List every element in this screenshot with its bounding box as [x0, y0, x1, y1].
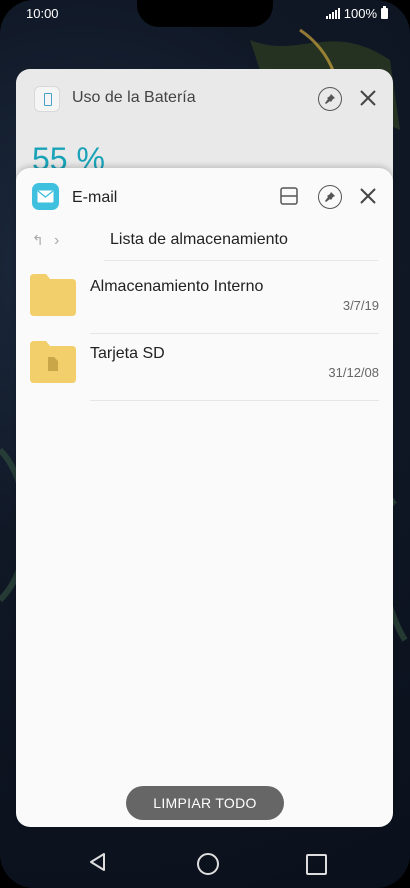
pin-icon	[325, 94, 335, 104]
signal-icon	[325, 8, 340, 19]
recent-app-card-email[interactable]: E-mail ↰ › Lista de almacenamiento Almac…	[16, 168, 393, 827]
sd-card-folder-icon	[30, 341, 76, 383]
divider	[90, 333, 379, 334]
divider	[90, 400, 379, 401]
list-item-internal-storage[interactable]: Almacenamiento Interno 3/7/19	[16, 268, 393, 334]
status-bar: 10:00 100%	[0, 0, 410, 28]
list-item-sd-card[interactable]: Tarjeta SD 31/12/08	[16, 335, 393, 401]
item-name: Almacenamiento Interno	[90, 278, 264, 295]
breadcrumb: ↰ › Lista de almacenamiento	[32, 230, 378, 266]
clear-all-button[interactable]: LIMPIAR TODO	[126, 786, 284, 820]
battery-app-icon	[34, 86, 60, 112]
breadcrumb-label: Lista de almacenamiento	[110, 231, 288, 248]
close-icon[interactable]	[359, 89, 377, 107]
item-date: 31/12/08	[328, 365, 379, 380]
status-time: 10:00	[26, 6, 59, 21]
up-arrow-icon[interactable]: ↰	[32, 232, 44, 249]
status-indicators: 100%	[325, 6, 388, 21]
envelope-icon	[37, 190, 54, 203]
divider	[104, 260, 378, 261]
folder-icon	[30, 274, 76, 316]
battery-icon	[381, 6, 388, 19]
pin-icon	[325, 192, 335, 202]
pin-button[interactable]	[318, 185, 342, 209]
recent-apps-icon[interactable]	[306, 854, 327, 875]
pin-button[interactable]	[318, 87, 342, 111]
item-name: Tarjeta SD	[90, 345, 165, 362]
card-header: Uso de la Batería	[16, 69, 393, 127]
phone-screen: 10:00 100% Uso de la Batería 55 % E-mail…	[0, 0, 410, 888]
navigation-bar	[0, 838, 410, 888]
split-screen-icon[interactable]	[280, 187, 298, 205]
email-app-icon	[32, 183, 59, 210]
card-title: Uso de la Batería	[72, 89, 196, 106]
chevron-right-icon[interactable]: ›	[54, 232, 59, 250]
notch	[137, 0, 273, 27]
back-icon[interactable]	[88, 852, 108, 872]
card-title: E-mail	[72, 189, 118, 206]
home-icon[interactable]	[197, 853, 219, 875]
close-icon[interactable]	[359, 187, 377, 205]
battery-percent: 100%	[343, 6, 377, 21]
item-date: 3/7/19	[342, 298, 379, 313]
